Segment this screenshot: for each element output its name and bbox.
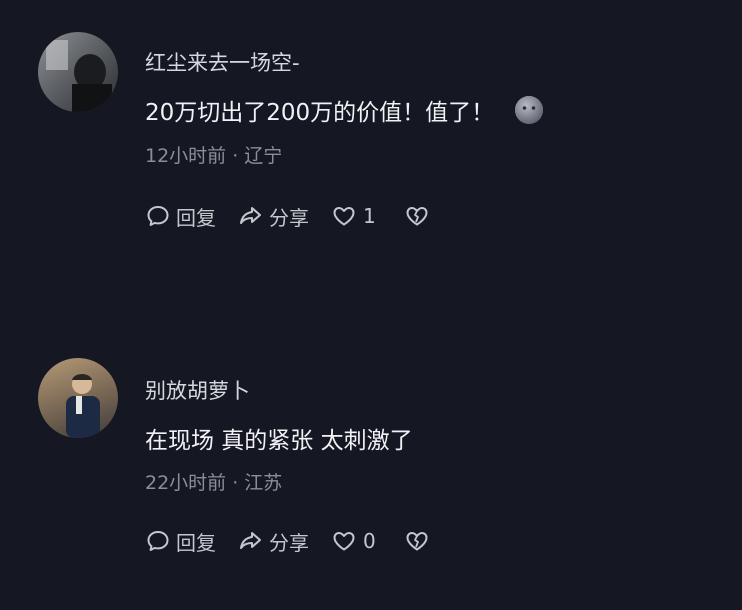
avatar-image xyxy=(46,40,112,112)
meta-separator: · xyxy=(232,472,239,494)
meta-separator: · xyxy=(232,145,239,167)
timestamp: 22小时前 xyxy=(145,472,227,494)
comment-meta: 22小时前 · 江苏 xyxy=(145,468,282,495)
like-count: 1 xyxy=(363,204,376,228)
like-count: 0 xyxy=(363,529,376,553)
username[interactable]: 红尘来去一场空- xyxy=(145,47,300,77)
reply-button[interactable]: 回复 xyxy=(145,527,216,556)
share-label: 分享 xyxy=(269,530,309,555)
comment-text-content: 20万切出了200万的价值！值了！ xyxy=(145,100,495,126)
avatar-image xyxy=(66,374,100,438)
avatar[interactable] xyxy=(38,32,118,112)
comment-meta: 12小时前 · 辽宁 xyxy=(145,141,282,168)
comment-text: 在现场 真的紧张 太刺激了 xyxy=(145,421,413,455)
share-icon xyxy=(240,532,261,549)
timestamp: 12小时前 xyxy=(145,145,227,167)
dislike-button[interactable] xyxy=(404,203,435,229)
heart-icon xyxy=(333,207,355,226)
location: 辽宁 xyxy=(244,145,283,167)
share-label: 分享 xyxy=(269,205,309,230)
share-button[interactable]: 分享 xyxy=(238,527,309,556)
reply-icon xyxy=(147,531,169,551)
broken-heart-icon xyxy=(406,532,428,551)
reply-icon xyxy=(147,206,169,226)
like-button[interactable]: 1 xyxy=(331,203,376,229)
dislike-button[interactable] xyxy=(404,528,435,554)
share-button[interactable]: 分享 xyxy=(238,202,309,231)
reply-button[interactable]: 回复 xyxy=(145,202,216,231)
comment-actions: 回复 分享 0 xyxy=(145,526,457,556)
comment-actions: 回复 分享 1 xyxy=(145,201,457,231)
comment-text: 20万切出了200万的价值！值了！ xyxy=(145,93,544,127)
reply-label: 回复 xyxy=(176,530,216,555)
reply-label: 回复 xyxy=(176,205,216,230)
gray-face-emoji-icon xyxy=(514,95,544,125)
share-icon xyxy=(240,207,261,224)
username[interactable]: 别放胡萝卜 xyxy=(145,375,250,405)
broken-heart-icon xyxy=(406,207,428,226)
avatar[interactable] xyxy=(38,358,118,438)
heart-icon xyxy=(333,532,355,551)
location: 江苏 xyxy=(244,472,283,494)
like-button[interactable]: 0 xyxy=(331,528,376,554)
comment-text-content: 在现场 真的紧张 太刺激了 xyxy=(145,428,413,454)
